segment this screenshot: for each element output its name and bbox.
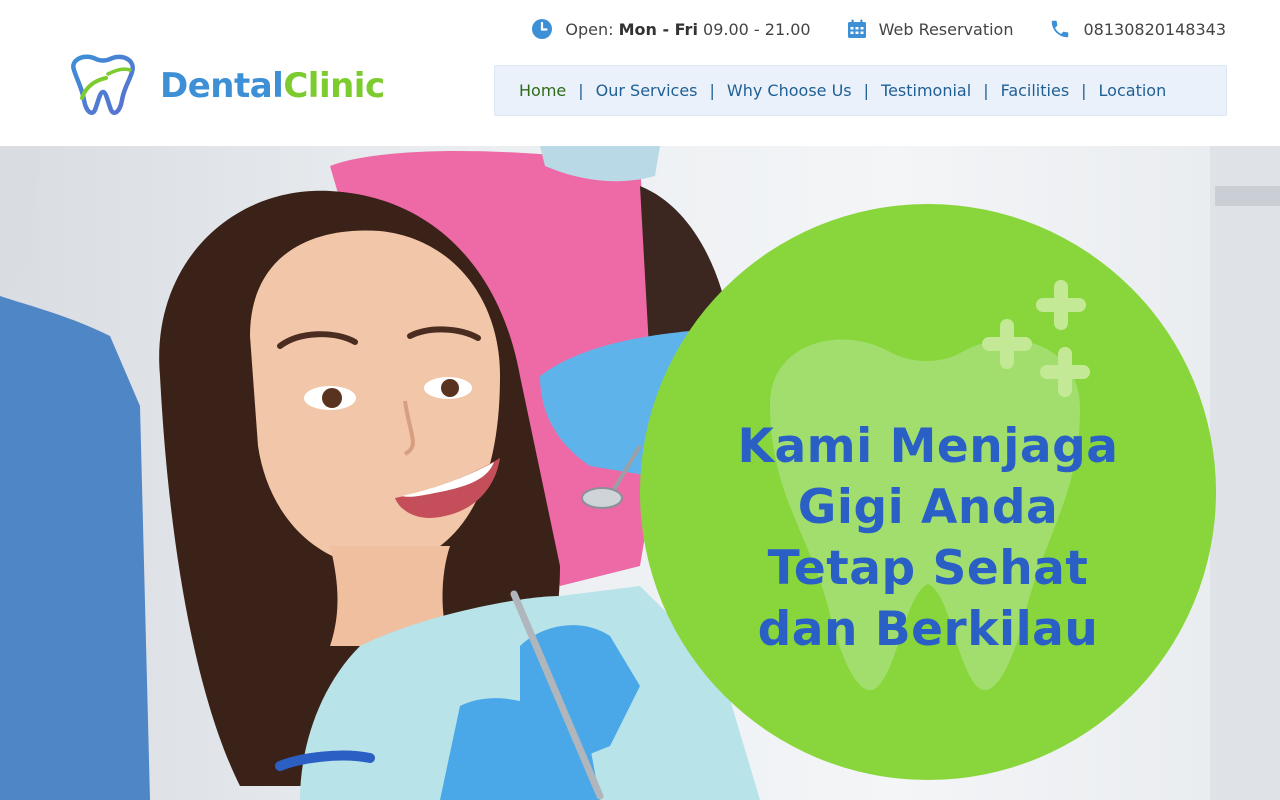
opening-hours-text: Open: Mon - Fri 09.00 - 21.00 — [565, 20, 810, 39]
nav-separator: | — [578, 81, 584, 100]
hero-promo-circle: Kami Menjaga Gigi Anda Tetap Sehat dan B… — [640, 204, 1216, 780]
hero-headline-line: dan Berkilau — [757, 602, 1099, 657]
opening-hours: Open: Mon - Fri 09.00 - 21.00 — [531, 18, 811, 40]
brand-name-clinic: Clinic — [283, 66, 385, 106]
web-reservation-label: Web Reservation — [878, 19, 1014, 39]
main-navigation: Home | Our Services | Why Choose Us | Te… — [494, 65, 1227, 116]
tooth-logo-icon — [71, 54, 135, 115]
hero-headline-line: Kami Menjaga — [737, 419, 1119, 474]
nav-item-testimonial[interactable]: Testimonial — [881, 81, 971, 100]
nav-separator: | — [983, 81, 989, 100]
nav-item-home[interactable]: Home — [519, 81, 566, 100]
site-header: Open: Mon - Fri 09.00 - 21.00 Web Reserv… — [0, 0, 1280, 146]
nav-item-facilities[interactable]: Facilities — [1001, 81, 1070, 100]
clock-icon — [532, 19, 553, 39]
calendar-icon — [847, 19, 866, 38]
hours-prefix: Open: — [565, 19, 614, 39]
hero-headline: Kami Menjaga Gigi Anda Tetap Sehat dan B… — [640, 416, 1216, 660]
nav-separator: | — [863, 81, 870, 100]
brand-name: DentalClinic — [160, 69, 385, 103]
brand-logo[interactable]: DentalClinic — [66, 54, 385, 118]
brand-name-dental: Dental — [160, 66, 284, 106]
phone-icon — [1052, 20, 1069, 38]
hero-headline-line: Tetap Sehat — [767, 541, 1089, 596]
hero-banner: Kami Menjaga Gigi Anda Tetap Sehat dan B… — [0, 146, 1280, 800]
phone-link[interactable]: 08130820148343 — [1049, 18, 1226, 40]
nav-item-our-services[interactable]: Our Services — [596, 81, 698, 100]
nav-separator: | — [709, 81, 715, 100]
hours-days: Mon - Fri — [618, 19, 698, 39]
nav-separator: | — [1081, 81, 1087, 100]
contact-bar: Open: Mon - Fri 09.00 - 21.00 Web Reserv… — [531, 14, 1226, 44]
phone-number: 08130820148343 — [1083, 19, 1226, 39]
hero-headline-line: Gigi Anda — [797, 480, 1059, 535]
hours-time: 09.00 - 21.00 — [703, 19, 811, 39]
nav-item-why-choose-us[interactable]: Why Choose Us — [727, 81, 852, 100]
nav-item-location[interactable]: Location — [1099, 81, 1167, 100]
web-reservation-link[interactable]: Web Reservation — [847, 19, 1014, 39]
